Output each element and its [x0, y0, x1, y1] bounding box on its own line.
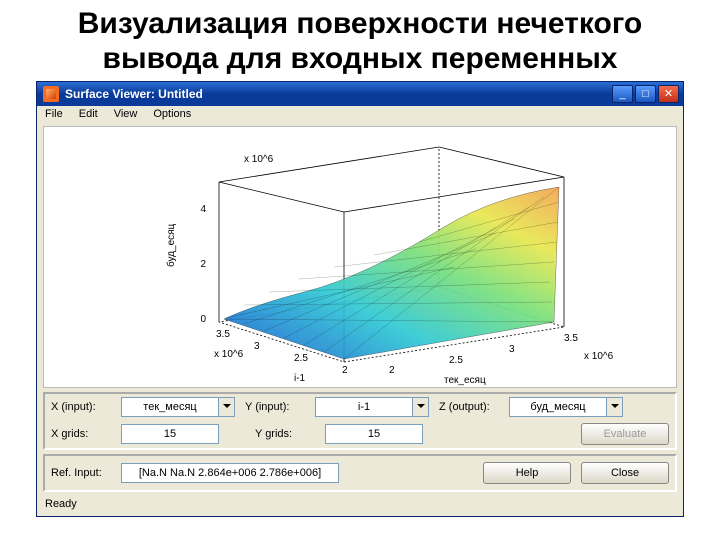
close-window-button[interactable]: ✕ [658, 85, 679, 103]
zoutput-value: буд_месяц [509, 397, 607, 417]
x-tick-3_5: 3.5 [564, 333, 578, 344]
evaluate-button[interactable]: Evaluate [581, 423, 669, 445]
minimize-button[interactable]: _ [612, 85, 633, 103]
z-tick-4: 4 [200, 204, 206, 215]
titlebar: Surface Viewer: Untitled _ □ ✕ [37, 82, 683, 106]
surface-plot-svg: 0 2 4 буд_есяц x 10^6 3.5 3 2.5 2 x 10^6… [44, 127, 677, 388]
ygrids-label: Y grids: [255, 428, 315, 440]
close-button[interactable]: Close [581, 462, 669, 484]
x-tick-2_5: 2.5 [449, 355, 463, 366]
surface-viewer-window: Surface Viewer: Untitled _ □ ✕ File Edit… [36, 81, 684, 517]
chevron-down-icon [607, 397, 623, 417]
y-axis-label: тек_есяц [444, 375, 486, 386]
xinput-value: тек_месяц [121, 397, 219, 417]
yinput-dropdown[interactable]: i-1 [315, 397, 429, 417]
window-title: Surface Viewer: Untitled [65, 87, 612, 101]
xinput-label: X (input): [51, 401, 111, 413]
controls-panel: X (input): тек_месяц Y (input): i-1 Z (o… [43, 392, 677, 450]
xgrids-input[interactable]: 15 [121, 424, 219, 444]
menu-options[interactable]: Options [153, 108, 191, 120]
menu-edit[interactable]: Edit [79, 108, 98, 120]
z-axis-label: буд_есяц [165, 223, 177, 267]
maximize-button[interactable]: □ [635, 85, 656, 103]
xinput-dropdown[interactable]: тек_месяц [121, 397, 235, 417]
refinput-field[interactable]: [Na.N Na.N 2.864e+006 2.786e+006] [121, 463, 339, 483]
menubar: File Edit View Options [37, 106, 683, 122]
slide-title: Визуализация поверхности нечеткого вывод… [0, 0, 720, 81]
z-scale: x 10^6 [244, 154, 274, 165]
z-tick-0: 0 [200, 314, 206, 325]
chevron-down-icon [413, 397, 429, 417]
zoutput-dropdown[interactable]: буд_месяц [509, 397, 623, 417]
ygrids-input[interactable]: 15 [325, 424, 423, 444]
y-scale: x 10^6 [214, 349, 244, 360]
yinput-label: Y (input): [245, 401, 305, 413]
statusbar: Ready [37, 496, 683, 516]
y-tick-2_5: 2.5 [294, 353, 308, 364]
ref-input-panel: Ref. Input: [Na.N Na.N 2.864e+006 2.786e… [43, 454, 677, 492]
z-tick-2: 2 [200, 259, 206, 270]
x-tick-3: 3 [509, 344, 515, 355]
menu-file[interactable]: File [45, 108, 63, 120]
chevron-down-icon [219, 397, 235, 417]
matlab-icon [43, 86, 59, 102]
zoutput-label: Z (output): [439, 401, 499, 413]
help-button[interactable]: Help [483, 462, 571, 484]
y-tick-3_5: 3.5 [216, 329, 230, 340]
menu-view[interactable]: View [114, 108, 138, 120]
refinput-label: Ref. Input: [51, 467, 111, 479]
x-tick-2: 2 [389, 365, 395, 376]
xgrids-label: X grids: [51, 428, 111, 440]
surface-plot[interactable]: 0 2 4 буд_есяц x 10^6 3.5 3 2.5 2 x 10^6… [43, 126, 677, 388]
y-tick-2: 2 [342, 365, 348, 376]
yinput-value: i-1 [315, 397, 413, 417]
x-scale: x 10^6 [584, 351, 614, 362]
y-tick-3: 3 [254, 341, 260, 352]
x-axis-label: i-1 [294, 373, 306, 384]
